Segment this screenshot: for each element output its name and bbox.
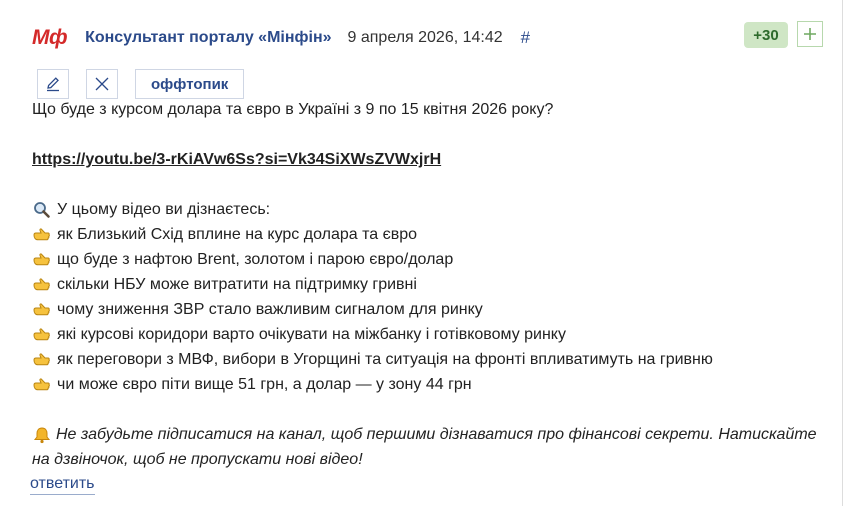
pointing-hand-icon <box>33 277 50 290</box>
offtopic-tag-button[interactable]: оффтопик <box>135 69 245 99</box>
bell-icon <box>33 427 51 443</box>
bullet-item: чи може євро піти вище 51 грн, а долар —… <box>32 372 822 397</box>
permalink-anchor[interactable]: # <box>521 28 530 48</box>
pointing-hand-icon <box>33 302 50 315</box>
pointing-hand-icon <box>33 327 50 340</box>
comment-body: Що буде з курсом долара та євро в Україн… <box>32 97 822 472</box>
pencil-icon <box>47 77 59 92</box>
bullet-list: як Близький Схід вплине на курс долара т… <box>32 222 822 397</box>
close-icon <box>95 77 109 91</box>
pointing-hand-icon <box>33 227 50 240</box>
post-date: 9 апреля 2026, 14:42 <box>347 29 503 46</box>
upvote-button[interactable] <box>797 21 823 47</box>
bullet-item: як переговори з МВФ, вибори в Угорщині т… <box>32 347 822 372</box>
pointing-hand-icon <box>33 377 50 390</box>
bullet-item: скільки НБУ може витратити на підтримку … <box>32 272 822 297</box>
bullet-text: чому зниження ЗВР стало важливим сигнало… <box>57 301 483 318</box>
plus-icon <box>804 28 816 40</box>
pointing-hand-icon <box>33 252 50 265</box>
question-line: Що буде з курсом долара та євро в Україн… <box>32 101 554 118</box>
comment-header: Мф Консультант порталу «Мінфін» 9 апреля… <box>32 24 530 52</box>
intro-text: У цьому відео ви дізнаєтесь: <box>57 201 271 218</box>
cta-text: Не забудьте підписатися на канал, щоб пе… <box>32 426 817 468</box>
comment-card: Мф Консультант порталу «Мінфін» 9 апреля… <box>0 0 843 506</box>
author-link[interactable]: Консультант порталу «Мінфін» <box>85 29 331 47</box>
bullet-text: як Близький Схід вплине на курс долара т… <box>57 226 418 243</box>
bullet-text: що буде з нафтою Brent, золотом і парою … <box>57 251 454 268</box>
pointing-hand-icon <box>33 352 50 365</box>
reply-link[interactable]: ответить <box>30 475 95 495</box>
youtube-link[interactable]: https://youtu.be/3-rKiAVw6Ss?si=Vk34SiXW… <box>32 147 441 172</box>
bullet-item: чому зниження ЗВР стало важливим сигнало… <box>32 297 822 322</box>
magnifier-icon <box>34 201 50 218</box>
delete-button[interactable] <box>86 69 118 99</box>
bullet-text: скільки НБУ може витратити на підтримку … <box>57 276 417 293</box>
bullet-text: як переговори з МВФ, вибори в Угорщині т… <box>57 351 713 368</box>
minfin-logo: Мф <box>32 26 68 49</box>
bullet-text: чи може євро піти вище 51 грн, а долар —… <box>57 376 472 393</box>
cta-paragraph: Не забудьте підписатися на канал, щоб пе… <box>32 422 822 472</box>
bullet-item: що буде з нафтою Brent, золотом і парою … <box>32 247 822 272</box>
bullet-item: як Близький Схід вплине на курс долара т… <box>32 222 822 247</box>
bullet-text: які курсові коридори варто очікувати на … <box>57 326 566 343</box>
rating-score: +30 <box>744 22 788 48</box>
bullet-item: які курсові коридори варто очікувати на … <box>32 322 822 347</box>
edit-button[interactable] <box>37 69 69 99</box>
comment-toolbar: оффтопик <box>37 68 245 100</box>
intro-line: У цьому відео ви дізнаєтесь: <box>32 197 822 222</box>
